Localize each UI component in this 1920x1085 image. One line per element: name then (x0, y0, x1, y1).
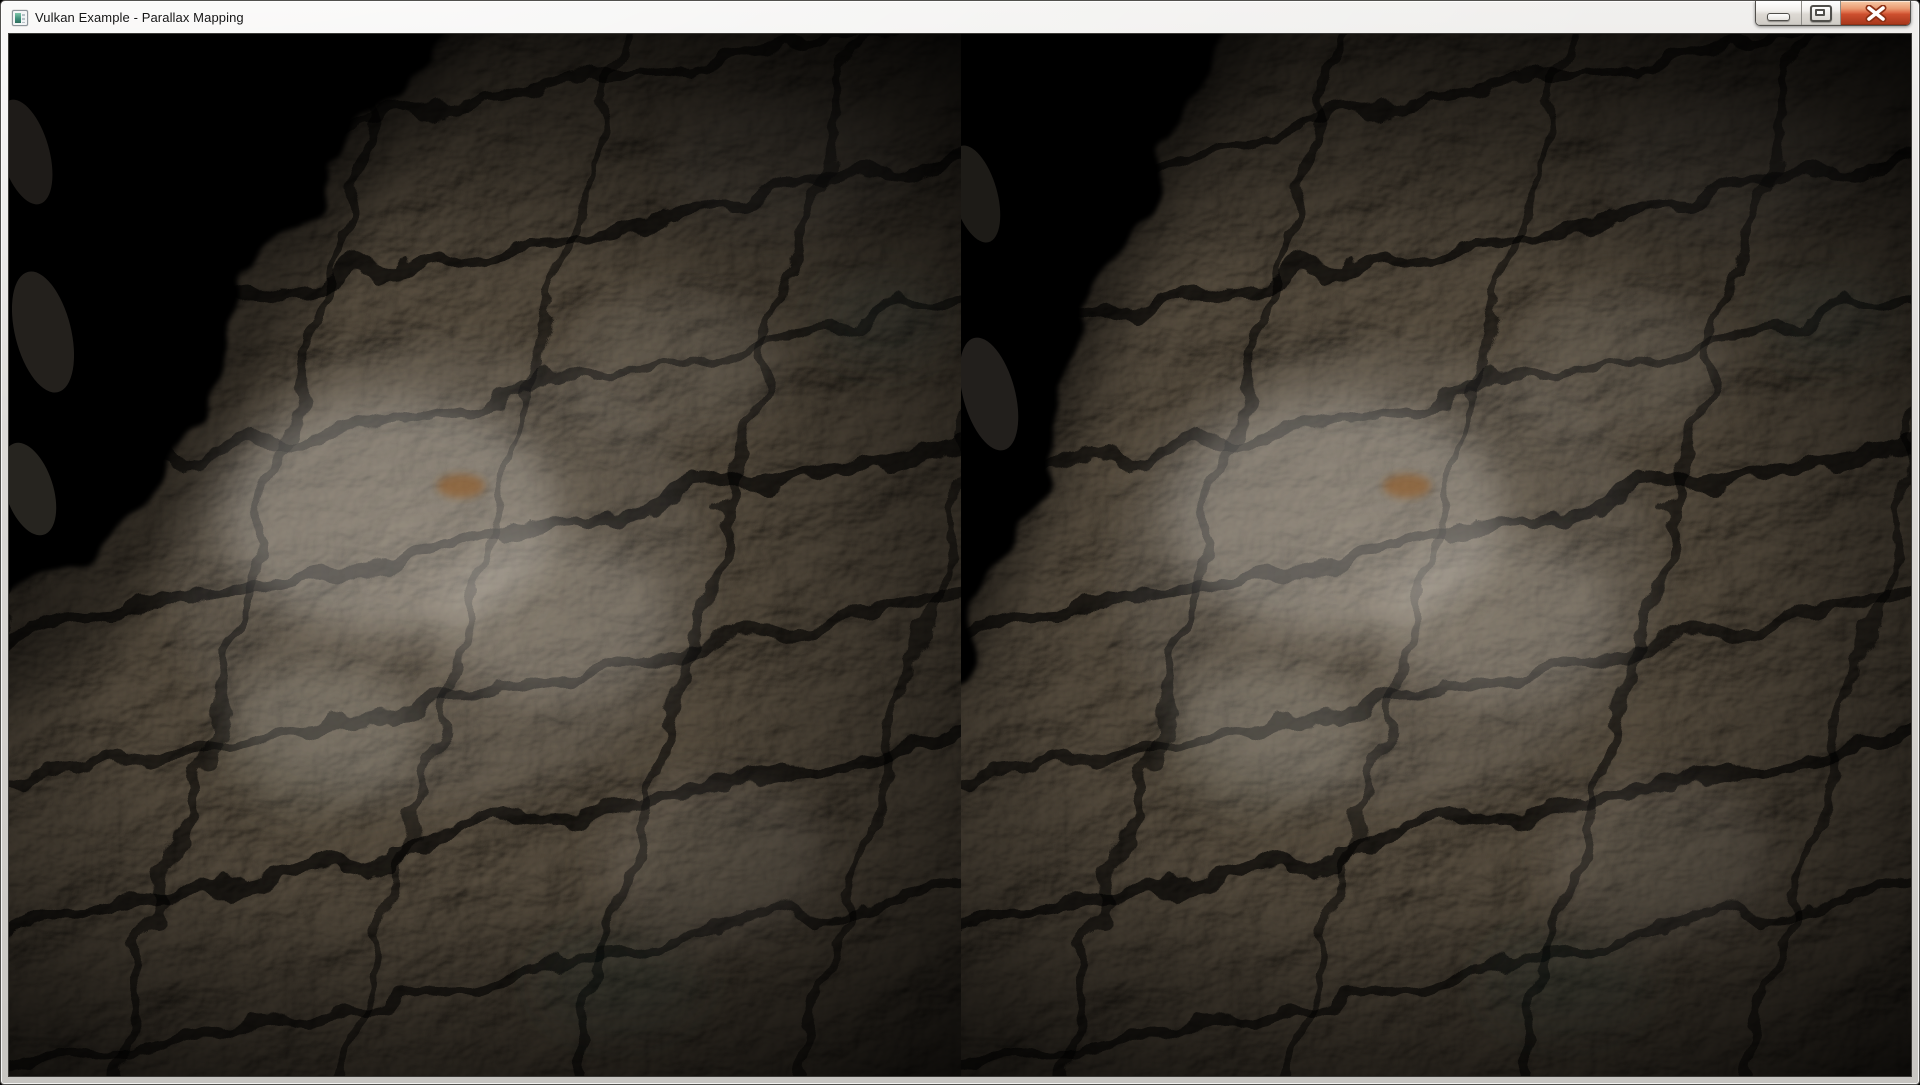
app-window: Vulkan Example - Parallax Mapping (0, 0, 1920, 1085)
window-title: Vulkan Example - Parallax Mapping (35, 10, 244, 25)
vulkan-render (9, 34, 1911, 1076)
maximize-button[interactable] (1801, 1, 1840, 25)
close-button[interactable] (1840, 1, 1910, 25)
titlebar[interactable]: Vulkan Example - Parallax Mapping (1, 1, 1919, 34)
app-icon-lines (22, 14, 25, 23)
window-controls (1755, 1, 1911, 26)
viewport-right[interactable] (805, 34, 1911, 1076)
viewport-left[interactable] (9, 34, 1104, 1076)
app-icon (12, 10, 28, 26)
maximize-icon (1810, 5, 1832, 22)
app-icon-pane (15, 13, 21, 23)
minimize-button[interactable] (1756, 1, 1801, 25)
render-area[interactable] (9, 34, 1911, 1076)
minimize-icon (1767, 13, 1790, 21)
close-icon (1864, 5, 1888, 22)
